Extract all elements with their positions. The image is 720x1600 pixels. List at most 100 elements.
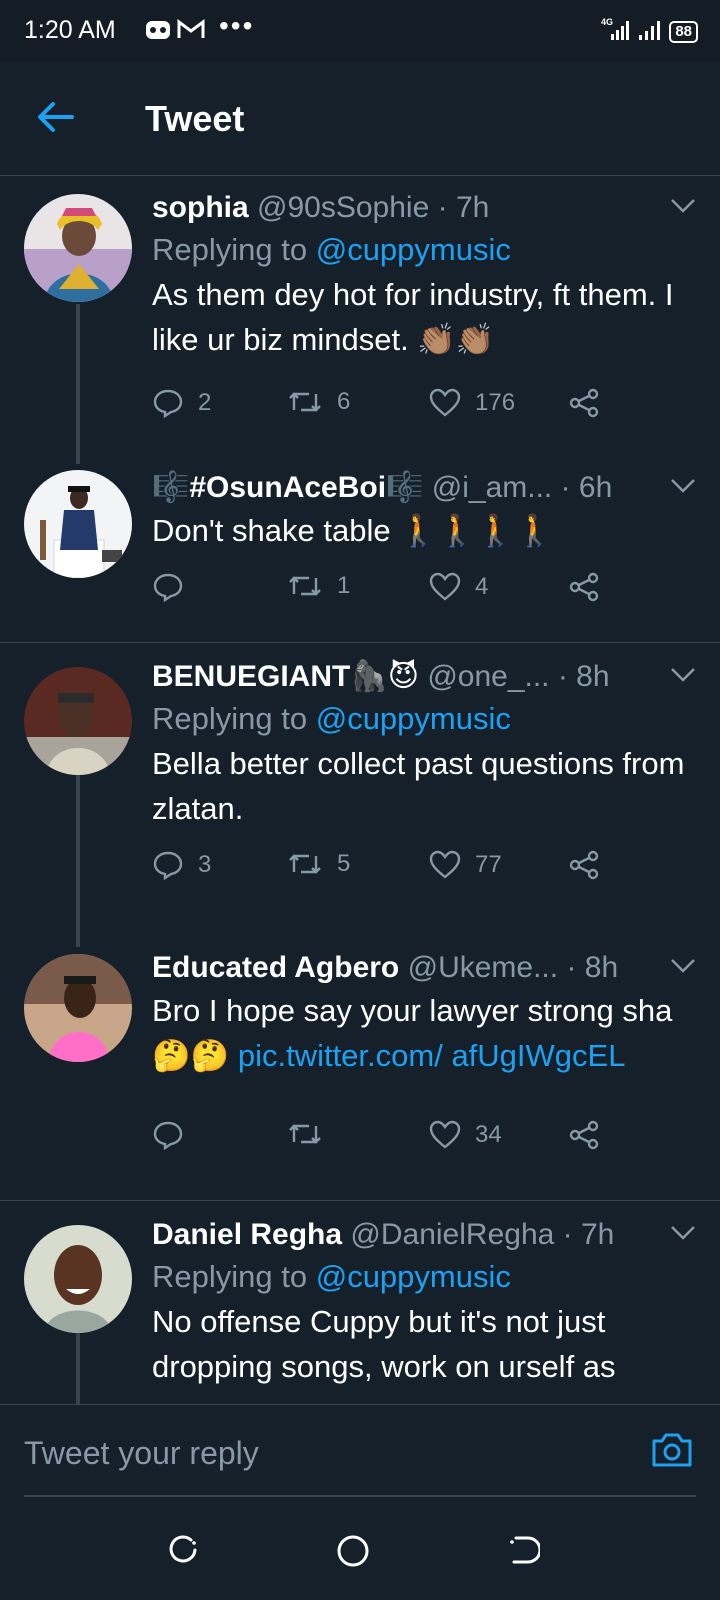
comment-icon	[153, 389, 183, 418]
reply-button[interactable]	[152, 572, 198, 602]
status-time: 1:20 AM	[24, 16, 116, 44]
tweet-meta: 🎼#OsunAceBoi🎼 @i_am... · 6h	[152, 468, 694, 508]
like-button[interactable]: 77	[429, 850, 502, 880]
retweet-button[interactable]	[287, 1120, 337, 1148]
arrow-left-icon[interactable]	[36, 100, 74, 139]
tweet-item[interactable]: Daniel Regha @DanielRegha · 7h Replying …	[0, 1201, 720, 1404]
replying-to-label: Replying to	[152, 232, 308, 267]
tweet-time: · 6h	[560, 471, 613, 504]
tweet-meta: Daniel Regha @DanielRegha · 7h	[152, 1215, 694, 1255]
share-button[interactable]	[568, 572, 600, 602]
author-name[interactable]: Educated Agbero	[152, 951, 399, 984]
retweet-icon	[289, 576, 321, 596]
replying-to-handle[interactable]: @cuppymusic	[316, 232, 511, 267]
comment-icon	[153, 851, 183, 880]
share-button[interactable]	[568, 850, 600, 880]
retweet-button[interactable]: 1	[287, 572, 350, 600]
like-button[interactable]: 176	[429, 388, 515, 418]
tweet-time: · 7h	[562, 1218, 615, 1251]
status-bar: 1:20 AM ••• 4G 88	[0, 0, 720, 62]
chevron-down-icon[interactable]	[670, 958, 696, 979]
tweet-text: No offense Cuppy but it's not just dropp…	[152, 1304, 616, 1384]
like-count: 176	[475, 389, 516, 416]
author-name[interactable]: 🎼#OsunAceBoi🎼	[152, 471, 423, 504]
reply-composer: Tweet your reply	[0, 1404, 720, 1503]
system-nav-bar	[0, 1502, 720, 1600]
heart-icon	[429, 850, 461, 879]
page-title: Tweet	[145, 98, 245, 139]
tweet-actions: 1 4	[152, 572, 602, 612]
chevron-down-icon[interactable]	[670, 478, 696, 499]
author-handle: @90sSophie	[257, 191, 430, 224]
tweet-text: Bro I hope say your lawyer strong sha 🤔🤔…	[152, 988, 694, 1078]
share-icon	[569, 850, 599, 880]
chevron-down-icon[interactable]	[670, 198, 696, 219]
retweet-button[interactable]: 6	[287, 388, 350, 416]
author-name[interactable]: Daniel Regha	[152, 1218, 342, 1251]
avatar[interactable]	[24, 470, 132, 578]
gamepad-icon	[145, 18, 171, 47]
comment-icon	[153, 1121, 183, 1150]
replying-to: Replying to @cuppymusic	[152, 228, 694, 272]
tweet-text: Bella better collect past questions from…	[152, 746, 685, 826]
retweet-count: 6	[337, 388, 351, 415]
replying-to: Replying to @cuppymusic	[152, 697, 694, 741]
tweet-time: · 8h	[566, 951, 619, 984]
replying-to-handle[interactable]: @cuppymusic	[316, 1259, 511, 1294]
app-header: Tweet	[0, 62, 720, 176]
like-button[interactable]: 4	[429, 572, 488, 602]
signal-icon: 4G	[601, 16, 631, 47]
tweet-time: · 7h	[437, 191, 490, 224]
tweet-actions: 3 5 77	[152, 850, 602, 890]
heart-icon	[429, 388, 461, 417]
chevron-down-icon[interactable]	[670, 667, 696, 688]
replying-to-label: Replying to	[152, 701, 308, 736]
reply-button[interactable]: 3	[152, 850, 211, 880]
reply-count: 3	[198, 851, 212, 878]
share-icon	[569, 1120, 599, 1150]
like-count: 77	[475, 851, 502, 878]
tweet-text: As them dey hot for industry, ft them. I…	[152, 277, 674, 357]
status-right-cluster: 4G 88	[601, 16, 698, 47]
retweet-icon	[289, 1124, 321, 1144]
author-name[interactable]: sophia	[152, 191, 249, 224]
author-handle: @i_am...	[431, 471, 553, 504]
avatar[interactable]	[24, 954, 132, 1062]
reply-button[interactable]: 2	[152, 388, 211, 418]
avatar[interactable]	[24, 194, 132, 302]
network-type-label: 4G	[601, 17, 613, 27]
avatar[interactable]	[24, 1225, 132, 1333]
author-handle: @Ukeme...	[407, 951, 559, 984]
replying-to-handle[interactable]: @cuppymusic	[316, 701, 511, 736]
thread-line	[76, 1329, 80, 1404]
back-nav-icon[interactable]	[508, 1534, 542, 1571]
reply-count: 2	[198, 389, 212, 416]
share-button[interactable]	[568, 1120, 600, 1150]
author-name[interactable]: BENUEGIANT🦍😈	[152, 660, 419, 693]
like-count: 4	[475, 573, 489, 600]
tweet-meta: BENUEGIANT🦍😈 @one_... · 8h	[152, 657, 694, 697]
recent-apps-icon[interactable]	[167, 1534, 199, 1571]
reply-button[interactable]	[152, 1120, 198, 1150]
reply-input[interactable]: Tweet your reply	[24, 1435, 259, 1472]
tweet-text: Don't shake table 🚶🚶🚶🚶	[152, 513, 554, 548]
retweet-count: 1	[337, 572, 351, 599]
share-icon	[569, 388, 599, 418]
author-handle: @one_...	[427, 660, 550, 693]
tweet-meta: Educated Agbero @Ukeme... · 8h	[152, 948, 694, 988]
share-button[interactable]	[568, 388, 600, 418]
status-more-dots: •••	[219, 10, 255, 41]
replying-to-label: Replying to	[152, 1259, 308, 1294]
like-count: 34	[475, 1121, 502, 1148]
media-link[interactable]: pic.twitter.com/ afUgIWgcEL	[238, 1038, 626, 1073]
home-icon[interactable]	[336, 1534, 370, 1573]
retweet-icon	[289, 854, 321, 874]
share-icon	[569, 572, 599, 602]
camera-icon[interactable]	[650, 1431, 694, 1474]
tweet-time: · 8h	[557, 660, 610, 693]
avatar[interactable]	[24, 667, 132, 775]
like-button[interactable]: 34	[429, 1120, 502, 1150]
retweet-button[interactable]: 5	[287, 850, 350, 878]
chevron-down-icon[interactable]	[670, 1225, 696, 1246]
tweet-meta: sophia @90sSophie · 7h	[152, 188, 694, 228]
